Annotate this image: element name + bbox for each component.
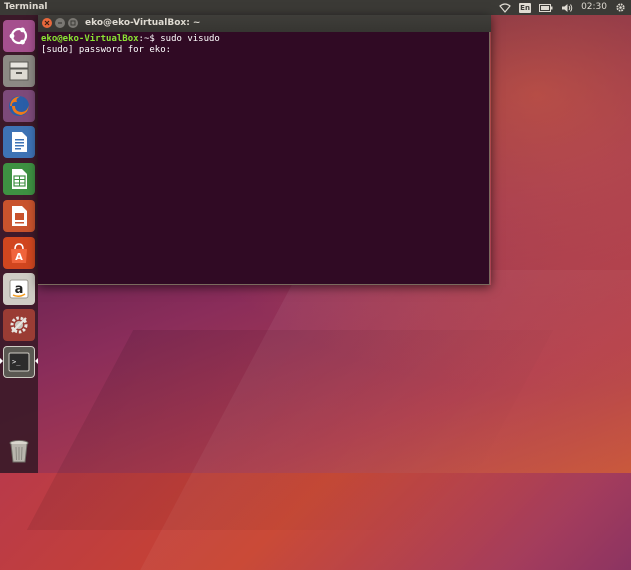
terminal-content[interactable]: eko@eko-VirtualBox:~$ sudo visudo [sudo]… [38, 32, 490, 285]
gear-icon [616, 3, 625, 12]
minimize-icon [58, 22, 62, 24]
file-cabinet-icon [9, 61, 29, 81]
settings-icon [10, 316, 28, 334]
terminal-titlebar[interactable]: eko@eko-VirtualBox: ~ [38, 15, 491, 32]
terminal-window: eko@eko-VirtualBox: ~ eko@eko-VirtualBox… [38, 15, 491, 285]
terminal-icon: >_ [8, 352, 30, 372]
svg-text:>_: >_ [12, 358, 21, 366]
window-title: eko@eko-VirtualBox: ~ [85, 18, 201, 28]
impress-icon [12, 206, 27, 226]
calc-icon [12, 169, 27, 189]
active-app-title[interactable]: Terminal [0, 0, 48, 15]
software-bag-icon: A [11, 243, 27, 263]
launcher-terminal[interactable]: >_ [3, 346, 35, 378]
keyboard-layout-label: En [519, 2, 532, 13]
speaker-icon [562, 3, 573, 12]
launcher-system-settings[interactable] [3, 309, 35, 341]
launcher-dash-home[interactable] [3, 20, 35, 52]
battery-icon [539, 3, 553, 12]
wifi-icon [499, 2, 511, 13]
close-button[interactable] [42, 18, 52, 28]
launcher-files[interactable] [3, 55, 35, 87]
minimize-button[interactable] [55, 18, 65, 28]
command-text: sudo visudo [160, 34, 220, 44]
focused-app-indicator [35, 358, 38, 364]
keyboard-indicator[interactable]: En [519, 0, 532, 15]
prompt-path: :~ [138, 34, 150, 44]
clock[interactable]: 02:30 [581, 0, 607, 15]
launcher-writer[interactable] [3, 126, 35, 158]
launcher-firefox[interactable] [3, 90, 35, 122]
launcher-trash[interactable] [3, 435, 35, 467]
maximize-icon [70, 20, 76, 26]
writer-icon [12, 132, 27, 152]
battery-indicator[interactable] [539, 0, 553, 15]
launcher-calc[interactable] [3, 163, 35, 195]
command-line: eko@eko-VirtualBox:~$ sudo visudo [41, 34, 489, 45]
maximize-button[interactable] [68, 18, 78, 28]
network-indicator[interactable] [499, 0, 511, 15]
amazon-icon: a [9, 279, 29, 299]
output-line: [sudo] password for eko: [41, 45, 172, 55]
prompt-user: eko@eko-VirtualBox [41, 34, 139, 44]
top-panel: Terminal En 02:30 [0, 0, 631, 15]
launcher-ubuntu-software[interactable]: A [3, 237, 35, 269]
launcher-amazon[interactable]: a [3, 273, 35, 305]
sound-indicator[interactable] [561, 0, 573, 15]
close-icon [44, 20, 50, 26]
launcher: A a >_ [0, 15, 38, 473]
prompt-symbol: $ [149, 34, 161, 44]
firefox-icon [9, 96, 29, 116]
ubuntu-logo-icon [9, 27, 28, 45]
session-indicator[interactable] [615, 0, 626, 15]
launcher-impress[interactable] [3, 200, 35, 232]
indicator-area: En 02:30 [499, 0, 631, 15]
svg-text:A: A [15, 252, 23, 263]
trash-icon [9, 440, 29, 463]
